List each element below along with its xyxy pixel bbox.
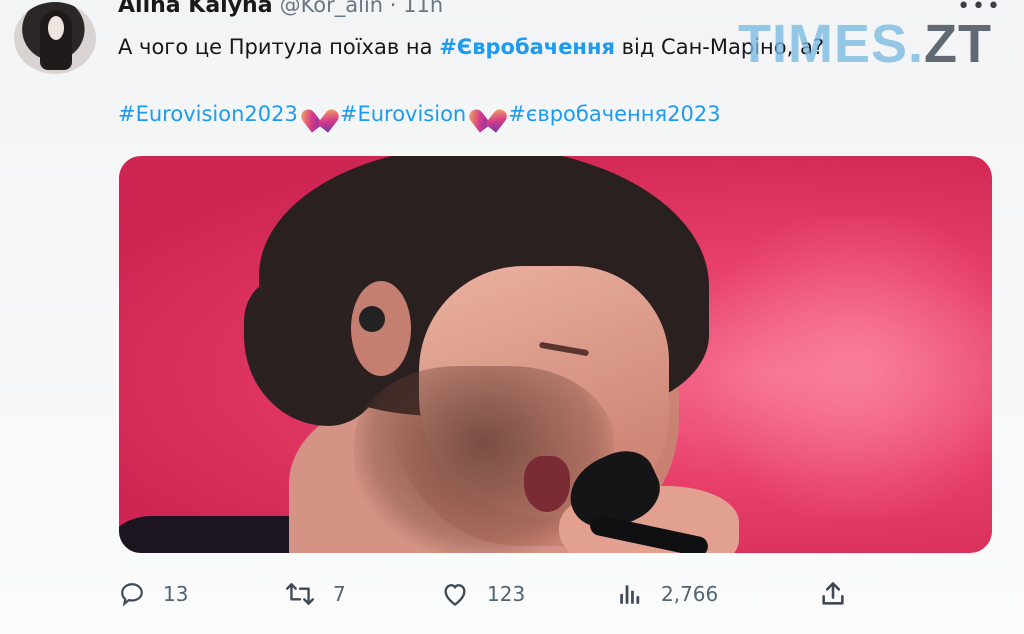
hashtag-link-eurovision[interactable]: #Eurovision [340, 99, 466, 129]
eurovision-heart-icon [306, 102, 332, 126]
views-button[interactable]: 2,766 [617, 581, 718, 607]
like-button[interactable]: 123 [441, 581, 525, 607]
singer-ear [351, 281, 411, 376]
views-icon [617, 581, 643, 607]
reply-icon [119, 581, 145, 607]
heart-icon [441, 581, 469, 607]
stage-light [679, 216, 992, 516]
retweet-count: 7 [333, 582, 346, 606]
watermark-zt: ZT [924, 14, 992, 74]
in-ear-monitor [359, 306, 385, 332]
avatar[interactable] [14, 2, 96, 74]
views-count: 2,766 [661, 582, 719, 606]
reply-count: 13 [163, 582, 189, 606]
watermark-times: TIMES. [738, 14, 925, 74]
avatar-face [48, 16, 64, 40]
watermark-logo: TIMES.ZT [738, 14, 992, 74]
tweet-author: Alina Kalyna @Kor_alin · 11h [118, 0, 443, 19]
eurovision-heart-icon [474, 102, 500, 126]
author-name[interactable]: Alina Kalyna [118, 0, 273, 18]
reply-button[interactable]: 13 [119, 581, 188, 607]
tweet-card: Alina Kalyna @Kor_alin · 11h ••• А чого … [0, 0, 1024, 634]
tweet-text-before: А чого це Притула поїхав на [118, 35, 440, 59]
hashtag-row: #Eurovision2023 #Eurovision #євробачення… [118, 99, 721, 129]
share-button[interactable] [819, 580, 847, 608]
author-handle[interactable]: @Kor_alin · 11h [280, 0, 444, 17]
hashtag-link-evrobachennia[interactable]: #Євробачення [439, 35, 615, 59]
singer-mouth [524, 456, 570, 512]
tweet-text: А чого це Притула поїхав на #Євробачення… [118, 33, 824, 61]
hashtag-link-eurovision2023[interactable]: #Eurovision2023 [118, 99, 298, 129]
like-count: 123 [487, 582, 526, 606]
tweet-media-image[interactable] [119, 156, 992, 553]
retweet-icon [285, 581, 315, 607]
hashtag-link-evrobachennia2023[interactable]: #євробачення2023 [508, 99, 720, 129]
retweet-button[interactable]: 7 [285, 581, 346, 607]
tweet-actions: 13 7 123 2,766 [119, 574, 859, 614]
share-icon [819, 580, 847, 608]
